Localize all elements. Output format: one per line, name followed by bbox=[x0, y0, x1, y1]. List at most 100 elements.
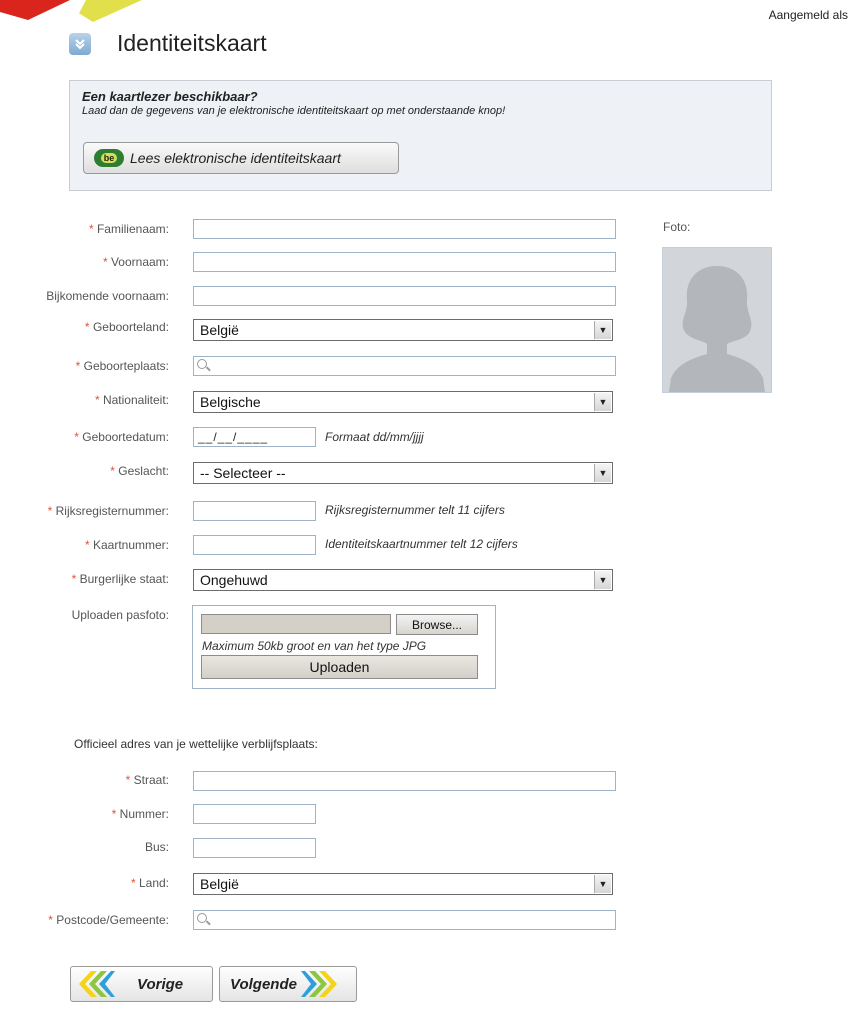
previous-button[interactable]: Vorige bbox=[70, 966, 213, 1002]
bijkomende-voornaam-label: Bijkomende voornaam: bbox=[46, 289, 169, 303]
decorative-red-shape bbox=[0, 0, 70, 20]
required-marker: * bbox=[84, 320, 90, 334]
postcode-label: * Postcode/Gemeente: bbox=[48, 913, 169, 927]
geboorteland-selected: België bbox=[200, 322, 239, 338]
address-heading: Officieel adres van je wettelijke verbli… bbox=[74, 737, 318, 751]
burgerlijke-staat-label-text: Burgerlijke staat: bbox=[79, 572, 169, 586]
nationaliteit-label: * Nationaliteit: bbox=[95, 393, 169, 407]
nummer-input[interactable] bbox=[193, 804, 316, 824]
burgerlijke-staat-label: * Burgerlijke staat: bbox=[72, 572, 169, 586]
read-eid-button[interactable]: be Lees elektronische identiteitskaart bbox=[83, 142, 399, 174]
card-reader-question: Een kaartlezer beschikbaar? bbox=[82, 89, 258, 104]
read-eid-button-label: Lees elektronische identiteitskaart bbox=[130, 150, 341, 166]
geboortedatum-label: * Geboortedatum: bbox=[74, 430, 169, 444]
geslacht-selected: -- Selecteer -- bbox=[200, 465, 286, 481]
nationaliteit-selected: Belgische bbox=[200, 394, 261, 410]
geboorteplaats-input[interactable] bbox=[193, 356, 616, 376]
next-button[interactable]: Volgende bbox=[219, 966, 357, 1002]
required-marker: * bbox=[74, 430, 79, 444]
straat-label-text: Straat: bbox=[133, 773, 169, 787]
card-reader-instruction: Laad dan de gegevens van je elektronisch… bbox=[82, 105, 506, 117]
postcode-label-text: Postcode/Gemeente: bbox=[56, 913, 169, 927]
required-marker: * bbox=[111, 807, 117, 821]
voornaam-input[interactable] bbox=[193, 252, 616, 272]
burgerlijke-staat-selected: Ongehuwd bbox=[200, 572, 268, 588]
required-marker: * bbox=[130, 876, 136, 890]
eid-logo-text: be bbox=[100, 153, 118, 163]
nationaliteit-select[interactable]: Belgische ▼ bbox=[193, 391, 613, 413]
back-chevrons-icon bbox=[79, 971, 115, 997]
previous-button-label: Vorige bbox=[137, 975, 184, 993]
nationaliteit-label-text: Nationaliteit: bbox=[102, 393, 169, 407]
pasfoto-hint: Maximum 50kb groot en van het type JPG bbox=[202, 639, 427, 653]
land-selected: België bbox=[200, 876, 239, 892]
straat-input[interactable] bbox=[193, 771, 616, 791]
geboorteplaats-label-text: Geboorteplaats: bbox=[83, 359, 169, 373]
voornaam-label-text: Voornaam: bbox=[110, 255, 169, 269]
required-marker: * bbox=[102, 255, 108, 269]
geslacht-select[interactable]: -- Selecteer -- ▼ bbox=[193, 462, 613, 484]
required-marker: * bbox=[125, 773, 131, 787]
bus-input[interactable] bbox=[193, 838, 316, 858]
postcode-input[interactable] bbox=[193, 910, 616, 930]
decorative-yellow-shape bbox=[79, 0, 142, 22]
familienaam-input[interactable] bbox=[193, 219, 616, 239]
dropdown-arrow-icon[interactable]: ▼ bbox=[594, 393, 611, 411]
geboortedatum-hint: Formaat dd/mm/jjjj bbox=[325, 430, 424, 444]
bijkomende-voornaam-input[interactable] bbox=[193, 286, 616, 306]
geboortedatum-mask: __/__/____ bbox=[198, 430, 269, 444]
land-label: * Land: bbox=[131, 876, 169, 890]
foto-label: Foto: bbox=[663, 220, 691, 234]
dropdown-arrow-icon[interactable]: ▼ bbox=[594, 464, 611, 482]
kaartnummer-hint: Identiteitskaartnummer telt 12 cijfers bbox=[325, 537, 518, 551]
collapse-chevron-icon[interactable] bbox=[69, 33, 91, 55]
familienaam-label: * Familienaam: bbox=[89, 222, 169, 236]
geboortedatum-label-text: Geboortedatum: bbox=[82, 430, 169, 444]
voornaam-label: * Voornaam: bbox=[103, 255, 169, 269]
required-marker: * bbox=[48, 913, 53, 927]
required-marker: * bbox=[71, 572, 77, 586]
forward-chevrons-icon bbox=[300, 971, 337, 997]
page-title: Identiteitskaart bbox=[117, 30, 267, 56]
land-label-text: Land: bbox=[138, 876, 169, 890]
required-marker: * bbox=[88, 222, 94, 236]
required-marker: * bbox=[84, 538, 90, 552]
rijksregisternummer-label-text: Rijksregisternummer: bbox=[55, 504, 169, 518]
burgerlijke-staat-select[interactable]: Ongehuwd ▼ bbox=[193, 569, 613, 591]
land-select[interactable]: België ▼ bbox=[193, 873, 613, 895]
dropdown-arrow-icon[interactable]: ▼ bbox=[594, 571, 611, 589]
photo-placeholder bbox=[662, 247, 772, 393]
dropdown-arrow-icon[interactable]: ▼ bbox=[594, 321, 611, 339]
familienaam-label-text: Familienaam: bbox=[96, 222, 169, 236]
browse-button[interactable]: Browse... bbox=[396, 614, 478, 635]
straat-label: * Straat: bbox=[126, 773, 169, 787]
kaartnummer-label: * Kaartnummer: bbox=[85, 538, 169, 552]
be-eid-logo-icon: be bbox=[94, 149, 124, 167]
bus-label: Bus: bbox=[144, 840, 169, 854]
geboorteland-label-text: Geboorteland: bbox=[92, 320, 169, 334]
pasfoto-label: Uploaden pasfoto: bbox=[71, 608, 169, 622]
geslacht-label: * Geslacht: bbox=[110, 464, 169, 478]
person-silhouette-icon bbox=[663, 248, 771, 392]
pasfoto-file-field[interactable] bbox=[201, 614, 391, 634]
upload-button[interactable]: Uploaden bbox=[201, 655, 478, 679]
rijksregisternummer-label: * Rijksregisternummer: bbox=[48, 504, 169, 518]
geboortedatum-input[interactable]: __/__/____ bbox=[193, 427, 316, 447]
postcode-field bbox=[193, 910, 616, 930]
required-marker: * bbox=[47, 504, 53, 518]
nummer-label: * Nummer: bbox=[112, 807, 169, 821]
search-icon bbox=[197, 913, 207, 923]
geboorteland-select[interactable]: België ▼ bbox=[193, 319, 613, 341]
search-icon bbox=[197, 359, 207, 369]
logged-in-text: Aangemeld als bbox=[768, 8, 848, 22]
geslacht-label-text: Geslacht: bbox=[118, 464, 169, 478]
rijksregisternummer-hint: Rijksregisternummer telt 11 cijfers bbox=[325, 503, 505, 517]
geboorteplaats-field bbox=[193, 356, 616, 376]
dropdown-arrow-icon[interactable]: ▼ bbox=[594, 875, 611, 893]
kaartnummer-label-text: Kaartnummer: bbox=[92, 538, 169, 552]
next-button-label: Volgende bbox=[230, 975, 297, 993]
rijksregisternummer-input[interactable] bbox=[193, 501, 316, 521]
kaartnummer-input[interactable] bbox=[193, 535, 316, 555]
geboorteplaats-label: * Geboorteplaats: bbox=[76, 359, 169, 373]
required-marker: * bbox=[110, 464, 115, 478]
